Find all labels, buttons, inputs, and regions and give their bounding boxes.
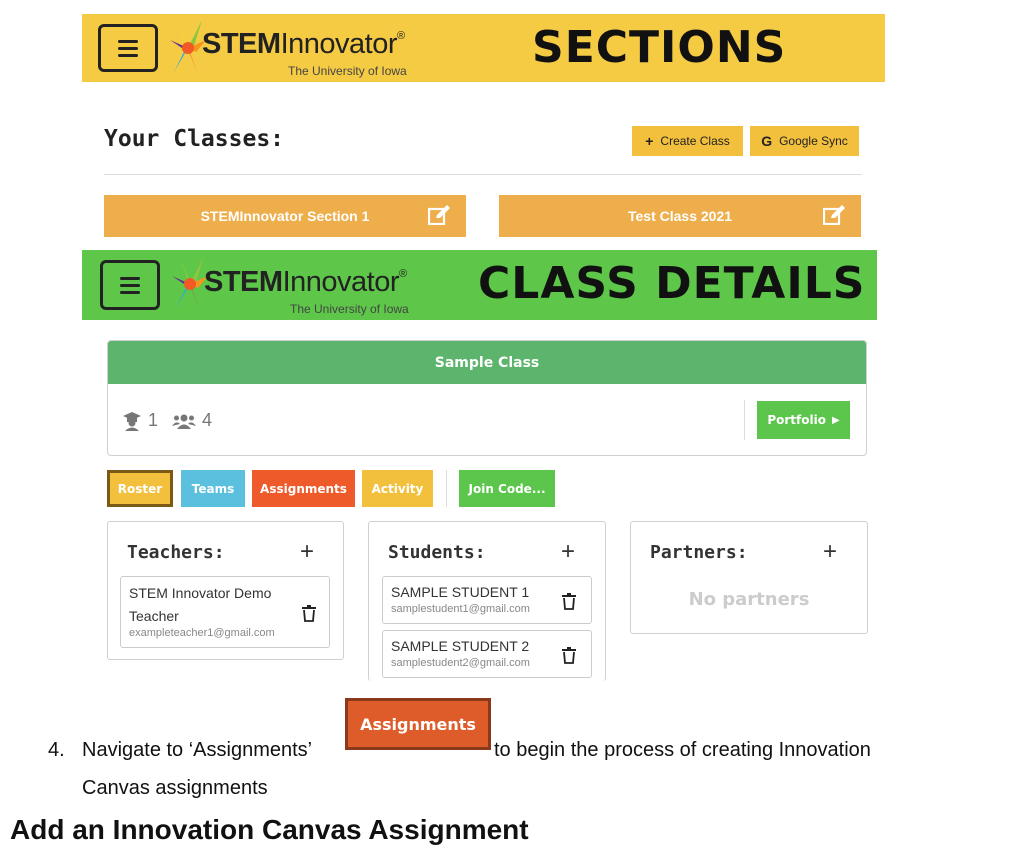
logo-wordmark: STEMInnovator® bbox=[202, 28, 405, 60]
trash-icon[interactable] bbox=[562, 647, 576, 664]
edit-icon[interactable] bbox=[823, 205, 845, 225]
teachers-panel: Teachers: + STEM Innovator Demo Teacher … bbox=[107, 521, 344, 660]
step-text: Navigate to ‘Assignments’ bbox=[82, 739, 313, 761]
add-teacher-button[interactable]: + bbox=[300, 538, 314, 566]
tab-assignments[interactable]: Assignments bbox=[252, 470, 355, 507]
student-card: SAMPLE STUDENT 1 samplestudent1@gmail.co… bbox=[382, 576, 592, 624]
logo-subtitle: The University of Iowa bbox=[290, 302, 409, 316]
add-partner-button[interactable]: + bbox=[823, 538, 837, 566]
student-card: SAMPLE STUDENT 2 samplestudent2@gmail.co… bbox=[382, 630, 592, 678]
google-sync-button[interactable]: G Google Sync bbox=[750, 126, 859, 156]
tab-teams[interactable]: Teams bbox=[181, 470, 245, 507]
banner-title: CLASS DETAILS bbox=[478, 258, 866, 309]
tab-activity[interactable]: Activity bbox=[362, 470, 433, 507]
trash-icon[interactable] bbox=[562, 593, 576, 610]
assignments-button-illustration: Assignments bbox=[345, 698, 491, 750]
class-card[interactable]: STEMInnovator Section 1 bbox=[104, 195, 466, 237]
caret-right-icon: ▶ bbox=[831, 414, 840, 426]
logo-subtitle: The University of Iowa bbox=[288, 64, 407, 78]
class-details-banner: STEMInnovator® The University of Iowa CL… bbox=[82, 250, 877, 320]
students-title: Students: bbox=[388, 542, 486, 563]
menu-icon[interactable] bbox=[100, 260, 160, 310]
logo-wordmark: STEMInnovator® bbox=[204, 266, 407, 298]
section-heading: Add an Innovation Canvas Assignment bbox=[10, 814, 529, 845]
users-icon bbox=[172, 414, 196, 429]
class-card[interactable]: Test Class 2021 bbox=[499, 195, 861, 237]
step-text: Canvas assignments bbox=[82, 777, 268, 799]
step-text: to begin the process of creating Innovat… bbox=[494, 739, 871, 761]
banner-title: SECTIONS bbox=[532, 22, 787, 73]
your-classes-heading: Your Classes: bbox=[104, 126, 285, 152]
trash-icon[interactable] bbox=[302, 605, 316, 622]
step-number: 4. bbox=[48, 739, 65, 761]
class-title: Sample Class bbox=[108, 341, 866, 384]
divider bbox=[744, 400, 745, 440]
teacher-count: 1 bbox=[122, 410, 158, 431]
plus-icon: + bbox=[645, 133, 654, 149]
student-count: 4 bbox=[172, 410, 212, 431]
empty-state: No partners bbox=[688, 589, 810, 610]
sections-banner: STEMInnovator® The University of Iowa SE… bbox=[82, 14, 885, 82]
join-code-button[interactable]: Join Code... bbox=[459, 470, 555, 507]
partners-panel: Partners: + No partners bbox=[630, 521, 868, 634]
students-panel: Students: + SAMPLE STUDENT 1 samplestude… bbox=[368, 521, 606, 681]
class-panel: Sample Class bbox=[107, 340, 867, 456]
google-icon: G bbox=[761, 133, 773, 149]
add-student-button[interactable]: + bbox=[561, 538, 575, 566]
partners-title: Partners: bbox=[650, 542, 748, 563]
edit-icon[interactable] bbox=[428, 205, 450, 225]
create-class-button[interactable]: + Create Class bbox=[632, 126, 743, 156]
portfolio-button[interactable]: Portfolio ▶ bbox=[757, 401, 850, 439]
teachers-title: Teachers: bbox=[127, 542, 225, 563]
divider bbox=[446, 470, 447, 507]
divider bbox=[104, 174, 862, 175]
menu-icon[interactable] bbox=[98, 24, 158, 72]
teacher-card: STEM Innovator Demo Teacher exampleteach… bbox=[120, 576, 330, 648]
tab-roster[interactable]: Roster bbox=[107, 470, 173, 507]
graduation-cap-icon bbox=[123, 411, 141, 431]
